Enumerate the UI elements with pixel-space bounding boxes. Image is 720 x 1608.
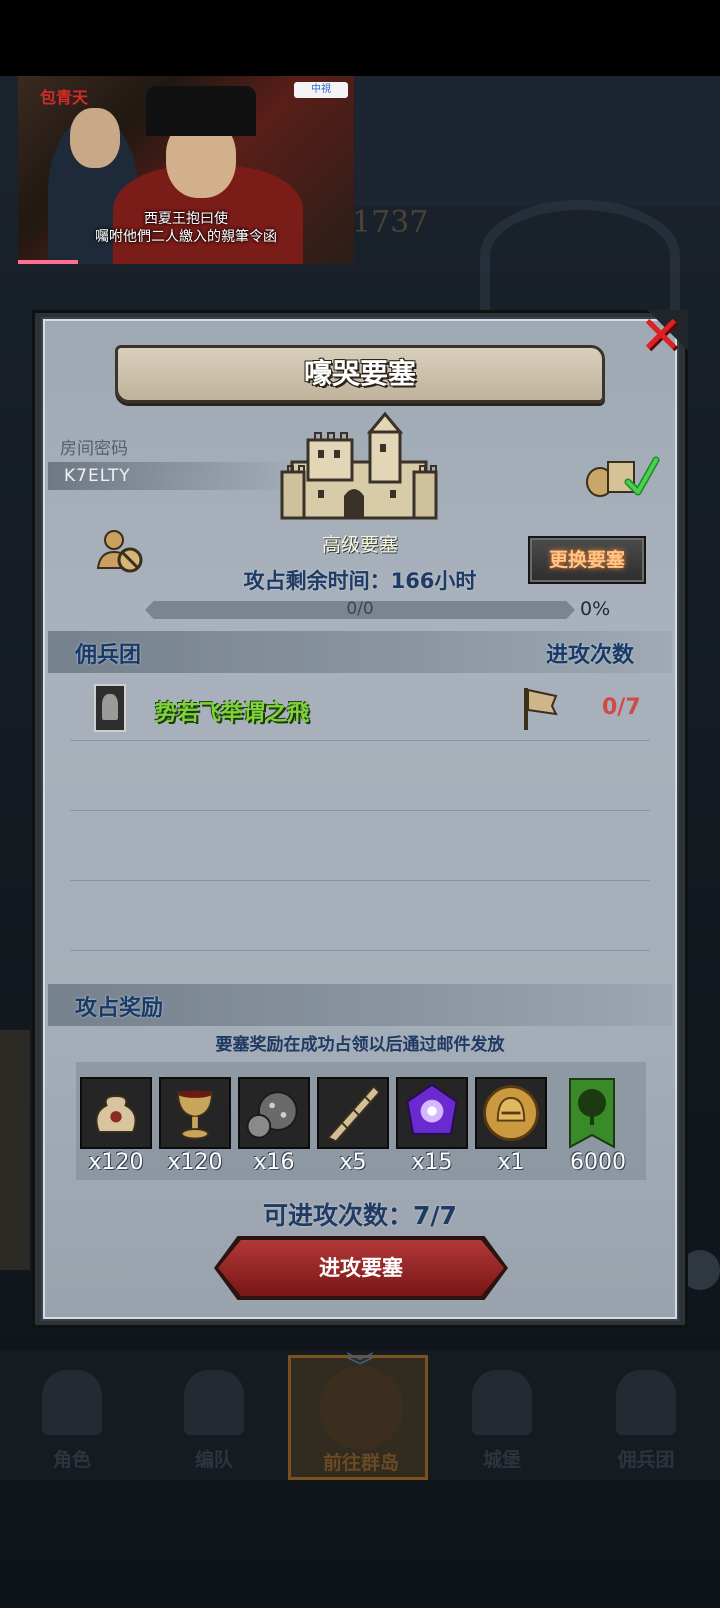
reward-note: 要塞奖励在成功占领以后通过邮件发放: [215, 1035, 505, 1055]
reward-qty: x5: [339, 1150, 367, 1175]
scene-number: 1737: [352, 205, 429, 240]
list-divider: [70, 950, 650, 951]
list-divider: [70, 880, 650, 881]
castle-icon: [472, 1370, 532, 1435]
video-progress-bar: [18, 260, 78, 264]
close-icon[interactable]: ✕: [636, 310, 686, 362]
flag-icon: [524, 688, 558, 730]
ore-icon[interactable]: [238, 1077, 310, 1149]
scene-roof: [355, 76, 720, 206]
nav-item-mercenaries[interactable]: 佣兵团: [576, 1355, 716, 1480]
video-subtitle-line2: 囑咐他們二人繳入的親筆令函: [95, 229, 277, 245]
floating-video-player[interactable]: 包青天 中視 西夏王抱曰使 囑咐他們二人繳入的親筆令函: [18, 76, 354, 264]
occupation-progress-percent: 0%: [580, 598, 611, 620]
reward-section-title: 攻占奖励: [75, 996, 164, 1021]
sack-icon[interactable]: [80, 1077, 152, 1149]
guild-banner-icon: [94, 684, 126, 732]
ship-icon: [616, 1370, 676, 1435]
room-password-label: 房间密码: [60, 439, 128, 459]
attack-count-header: 进攻次数: [546, 643, 635, 668]
occupation-progress-text: 0/0: [346, 599, 374, 619]
helmet-coin-icon[interactable]: [475, 1077, 547, 1149]
goblet-icon[interactable]: [159, 1077, 231, 1149]
knight-icon: [42, 1370, 102, 1435]
no-user-icon[interactable]: [96, 528, 144, 574]
video-figure-left-head: [70, 108, 120, 168]
fortress-tier-label: 高级要塞: [321, 534, 398, 556]
status-bar-area: [0, 0, 720, 76]
nav-label: 佣兵团: [617, 1449, 675, 1471]
horn-icon[interactable]: [317, 1077, 389, 1149]
reward-qty: x1: [497, 1150, 525, 1175]
list-divider: [70, 810, 650, 811]
occupation-time-remaining: 攻占剩余时间：166小时: [243, 569, 477, 593]
dialog-title: 嚎哭要塞: [303, 357, 416, 390]
reward-qty: x120: [88, 1150, 144, 1175]
helmet-icon: [184, 1370, 244, 1435]
merc-name[interactable]: 势若飞举谓之飛: [155, 695, 309, 727]
reward-qty: 6000: [570, 1150, 626, 1175]
purple-gem-icon[interactable]: [396, 1077, 468, 1149]
chevron-down-icon: ︾: [345, 1350, 374, 1383]
scene-gear-decoration: [480, 200, 680, 310]
tree-banner-icon[interactable]: [566, 1077, 618, 1149]
reward-qty: x16: [253, 1150, 295, 1175]
nav-item-formation[interactable]: 编队: [144, 1355, 284, 1480]
attack-fortress-label[interactable]: 进攻要塞: [218, 1240, 504, 1296]
nav-label: 城堡: [482, 1449, 521, 1471]
video-channel-logo: 包青天: [40, 88, 89, 107]
video-network-logo: 中視: [294, 82, 348, 98]
castle-icon: [280, 411, 438, 520]
room-password-code[interactable]: K7ELTY: [64, 466, 131, 486]
remaining-attacks: 可进攻次数：7/7: [263, 1201, 457, 1230]
resource-bags-check-icon[interactable]: [584, 452, 660, 498]
video-figure-hat: [146, 86, 256, 136]
nav-item-character[interactable]: 角色: [2, 1355, 142, 1480]
nav-label: 角色: [52, 1449, 91, 1471]
reward-qty: x120: [167, 1150, 223, 1175]
reward-qty: x15: [411, 1150, 453, 1175]
nav-label: 编队: [194, 1449, 233, 1471]
nav-label: 前往群岛: [322, 1452, 399, 1474]
merc-attack-count: 0/7: [602, 695, 641, 720]
mercs-section-title: 佣兵团: [75, 643, 142, 668]
nav-item-castle[interactable]: 城堡: [432, 1355, 572, 1480]
list-divider: [70, 740, 650, 741]
scene-left-edge: [0, 1030, 30, 1270]
video-subtitle-line1: 西夏王抱曰使: [144, 211, 228, 227]
